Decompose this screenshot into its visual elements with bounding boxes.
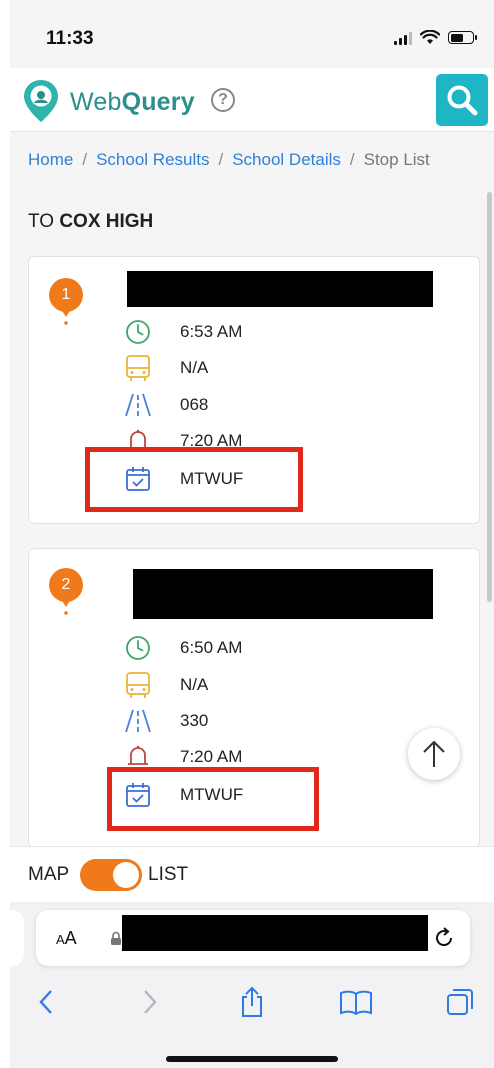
page-title: TO COX HIGH: [28, 211, 154, 232]
clock-icon: [126, 320, 150, 344]
route-row: 068: [124, 390, 208, 420]
stop-card[interactable]: 1 6:53 AM N/A 068 7:20 AM MTWUF: [28, 256, 480, 524]
bus-icon: [126, 672, 150, 698]
wifi-icon: [420, 30, 440, 44]
road-icon: [125, 709, 151, 733]
battery-icon: [448, 31, 477, 44]
breadcrumb-school-details[interactable]: School Details: [232, 150, 341, 169]
bus-row: N/A: [124, 353, 208, 383]
search-button[interactable]: [436, 74, 488, 126]
back-button[interactable]: [28, 986, 64, 1018]
redacted-stop-address: [133, 569, 433, 619]
forward-button[interactable]: [132, 986, 168, 1018]
reload-icon[interactable]: [432, 926, 456, 950]
webquery-logo-icon[interactable]: [22, 78, 60, 124]
phone-screen: 11:33 WebQuery ? Home / School Results /…: [10, 0, 494, 1068]
chevron-left-icon: [39, 990, 52, 1014]
breadcrumb-home[interactable]: Home: [28, 150, 73, 169]
bus-row: N/A: [124, 670, 208, 700]
stop-card[interactable]: 2 6:50 AM N/A 330 7:20 AM MTWUF: [28, 548, 480, 848]
status-time: 11:33: [46, 28, 94, 49]
stop-number-pin: 2: [48, 567, 84, 615]
days-highlight-box: [85, 447, 303, 512]
book-icon: [340, 990, 372, 1015]
toggle-knob: [113, 862, 139, 888]
pickup-time-row: 6:53 AM: [124, 317, 242, 347]
address-bar[interactable]: AA: [36, 910, 470, 966]
status-bar: 11:33: [10, 0, 494, 68]
cellular-signal-icon: [394, 31, 412, 45]
redacted-stop-address: [127, 271, 433, 307]
clock-icon: [126, 636, 150, 660]
chevron-right-icon: [144, 990, 157, 1014]
search-icon: [447, 85, 478, 116]
share-button[interactable]: [234, 986, 270, 1018]
map-label[interactable]: MAP: [28, 864, 69, 886]
text-size-button[interactable]: AA: [56, 928, 77, 949]
arrow-up-icon: [423, 740, 445, 767]
tabs-button[interactable]: [442, 986, 478, 1018]
tabs-icon: [447, 989, 473, 1015]
stop-number-pin: 1: [48, 277, 84, 325]
bookmarks-button[interactable]: [338, 986, 374, 1018]
days-highlight-box: [107, 767, 319, 831]
bus-icon: [126, 355, 150, 381]
road-icon: [125, 393, 151, 417]
app-header: WebQuery ?: [10, 68, 494, 132]
breadcrumb-school-results[interactable]: School Results: [96, 150, 209, 169]
previous-tab-edge[interactable]: [10, 910, 24, 966]
view-toggle-bar: MAP LIST: [10, 846, 494, 902]
lock-icon: [111, 931, 121, 945]
list-label[interactable]: LIST: [148, 864, 188, 886]
route-row: 330: [124, 706, 208, 736]
breadcrumb: Home / School Results / School Details / Stop …: [28, 150, 430, 169]
pickup-time-row: 6:50 AM: [124, 633, 242, 663]
page-scrollbar[interactable]: [487, 192, 492, 602]
map-list-toggle[interactable]: [80, 859, 142, 891]
scroll-to-top-button[interactable]: [408, 728, 460, 780]
home-indicator[interactable]: [166, 1056, 338, 1062]
breadcrumb-current: Stop List: [363, 150, 430, 169]
browser-toolbar: AA: [10, 902, 494, 1068]
brand-name[interactable]: WebQuery: [70, 88, 195, 117]
redacted-url: [122, 915, 428, 951]
share-icon: [242, 986, 262, 1017]
help-icon[interactable]: ?: [211, 88, 235, 112]
